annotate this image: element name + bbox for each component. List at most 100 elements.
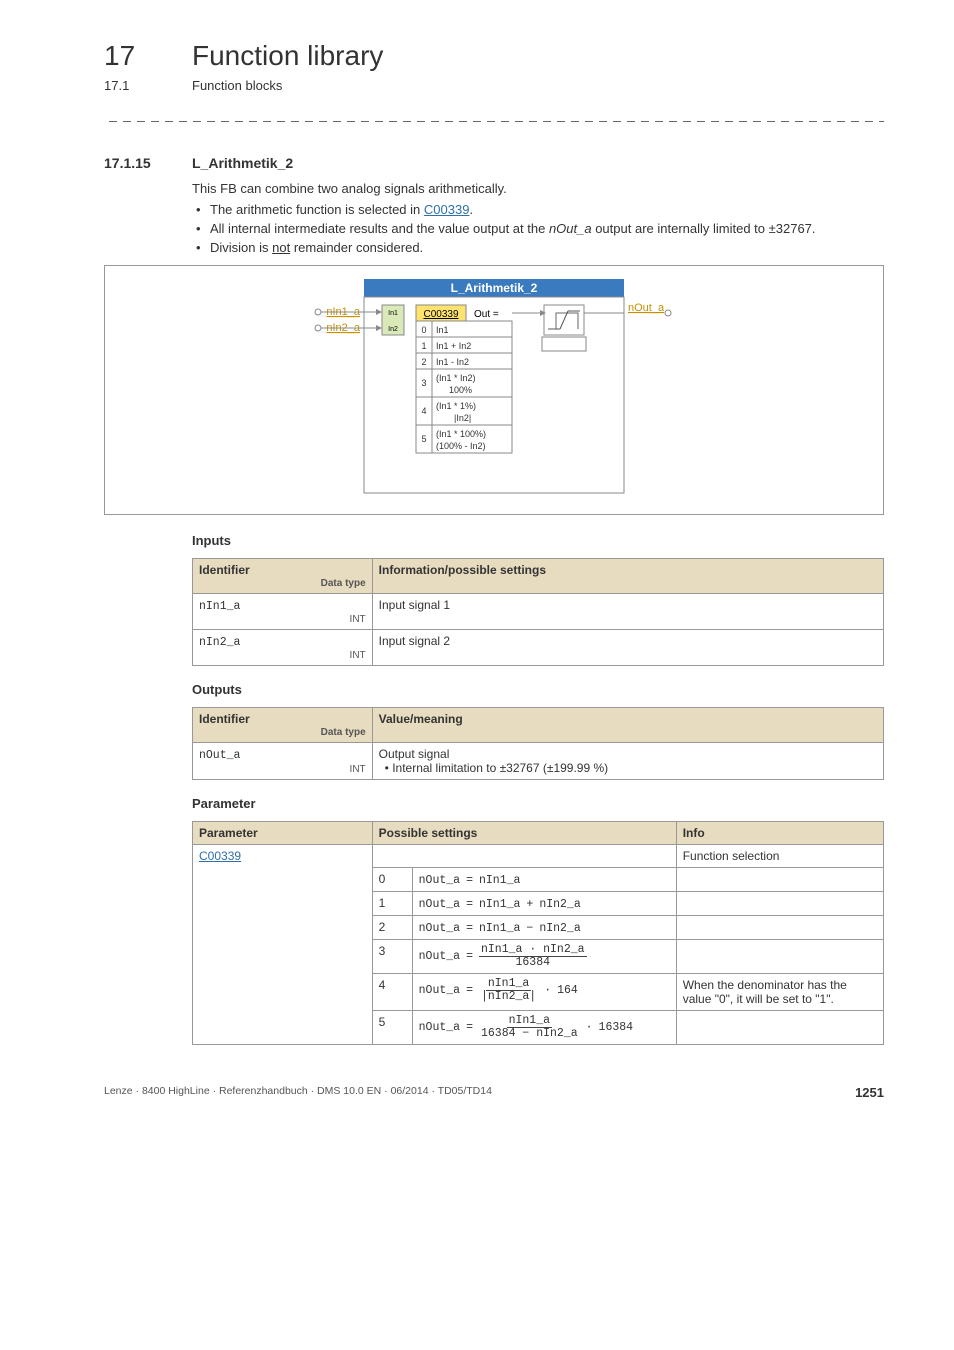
f5-c: 16384: [599, 1021, 634, 1034]
bullet-division: Division is not remainder considered.: [210, 240, 884, 255]
diagram-title: L_Arithmetik_2: [451, 281, 538, 295]
diagram-code: C00339: [423, 309, 458, 320]
output-dt-0: INT: [350, 764, 366, 775]
f5-d1: 16384: [481, 1027, 516, 1040]
param-info-4: When the denominator has the value "0", …: [676, 974, 883, 1011]
setting-formula-1: nOut_a = nIn1_a + nIn2_a: [419, 898, 581, 911]
f4-c: 164: [557, 984, 578, 997]
input-dt-1: INT: [350, 650, 366, 661]
svg-text:(In1 * 1%): (In1 * 1%): [436, 401, 476, 411]
outputs-table: Identifier Data type Value/meaning nOut_…: [192, 707, 884, 780]
setting-formula-4: nOut_a = nIn1_a |nIn2_a| · 164: [419, 978, 578, 1003]
bullet-2-ital: nOut_a: [549, 221, 592, 236]
opt-1-num: 1: [421, 341, 426, 351]
setting-num-3: 3: [372, 940, 412, 974]
param-th-parameter: Parameter: [193, 822, 373, 845]
inputs-th-identifier: Identifier: [199, 563, 250, 577]
f0-in1: nIn1_a: [479, 874, 520, 887]
opt-5-num: 5: [421, 434, 426, 444]
bullet-3-pre: Division is: [210, 240, 272, 255]
opt-4-num: 4: [421, 406, 426, 416]
f3-den: 16384: [514, 957, 553, 969]
diagram-port-in2: In2: [388, 326, 398, 333]
subsection-number: 17.1.15: [104, 155, 192, 171]
f1-in2: nIn2_a: [539, 898, 580, 911]
opt-0-text: In1: [436, 325, 449, 335]
link-c00339[interactable]: C00339: [424, 202, 470, 217]
svg-text:|In2|: |In2|: [454, 413, 471, 423]
f2-in1: nIn1_a: [479, 922, 520, 935]
f0-nout: nOut_a: [419, 874, 460, 887]
block-diagram-frame: L_Arithmetik_2 nIn1_a nIn2_a In1 In2 C00…: [104, 265, 884, 515]
f5-minus: −: [522, 1027, 529, 1040]
setting-num-5: 5: [372, 1011, 412, 1045]
f3-dot: ·: [529, 943, 536, 956]
output-line1: Output signal: [379, 747, 877, 761]
svg-text:(100% - In2): (100% - In2): [436, 441, 486, 451]
f1-nout: nOut_a: [419, 898, 460, 911]
param-table: Parameter Possible settings Info C00339 …: [192, 821, 884, 1045]
f2-minus: −: [526, 922, 533, 935]
f2-nout: nOut_a: [419, 922, 460, 935]
svg-text:100%: 100%: [449, 385, 472, 395]
input-id-0: nIn1_a: [199, 600, 240, 613]
section-number-top: 17.1: [104, 78, 192, 93]
f5-nout: nOut_a: [419, 1021, 460, 1034]
intro-text: This FB can combine two analog signals a…: [192, 181, 884, 196]
f2-in2: nIn2_a: [539, 922, 580, 935]
outputs-th-value: Value/meaning: [372, 708, 883, 743]
opt-2-num: 2: [421, 357, 426, 367]
opt-2-text: In1 - In2: [436, 357, 469, 367]
opt-0-num: 0: [421, 325, 426, 335]
f3-in1: nIn1_a: [481, 943, 522, 956]
bullet-arith-function: The arithmetic function is selected in C…: [210, 202, 884, 217]
chapter-title: Function library: [192, 40, 383, 72]
inputs-th-info: Information/possible settings: [372, 559, 883, 594]
inputs-table: Identifier Data type Information/possibl…: [192, 558, 884, 666]
bullet-1-post: .: [469, 202, 473, 217]
setting-formula-5: nOut_a = nIn1_a 16384 − nIn2_a · 16384: [419, 1015, 633, 1040]
svg-text:(In1 * In2): (In1 * In2): [436, 373, 476, 383]
f3-in2: nIn2_a: [543, 943, 584, 956]
page-number: 1251: [855, 1085, 884, 1100]
setting-num-0: 0: [372, 868, 412, 892]
divider-dashed: [104, 115, 884, 129]
input-id-1: nIn2_a: [199, 636, 240, 649]
opt-3-num: 3: [421, 378, 426, 388]
param-th-info: Info: [676, 822, 883, 845]
setting-formula-2: nOut_a = nIn1_a − nIn2_a: [419, 922, 581, 935]
outputs-th-datatype: Data type: [321, 727, 366, 738]
f4-den: |nIn2_a|: [479, 991, 538, 1003]
bullet-3-underline: not: [272, 240, 290, 255]
bullet-3-post: remainder considered.: [290, 240, 423, 255]
link-param-c00339[interactable]: C00339: [199, 849, 241, 863]
opt-1-text: In1 + In2: [436, 341, 471, 351]
bullet-2-pre: All internal intermediate results and th…: [210, 221, 549, 236]
outputs-th-identifier: Identifier: [199, 712, 250, 726]
f5-d2: nIn2_a: [536, 1027, 577, 1040]
bullet-1-pre: The arithmetic function is selected in: [210, 202, 424, 217]
diagram-out-label: nOut_a: [628, 302, 665, 314]
bullet-2-post: output are internally limited to ±32767.: [592, 221, 816, 236]
param-info-function-selection: Function selection: [676, 845, 883, 868]
inputs-heading: Inputs: [192, 533, 884, 548]
diagram-port-in1: In1: [388, 310, 398, 317]
setting-num-1: 1: [372, 892, 412, 916]
output-id-0: nOut_a: [199, 749, 240, 762]
f4-dot: ·: [544, 984, 551, 997]
f1-in1: nIn1_a: [479, 898, 520, 911]
setting-num-2: 2: [372, 916, 412, 940]
f4-nout: nOut_a: [419, 984, 460, 997]
block-diagram: L_Arithmetik_2 nIn1_a nIn2_a In1 In2 C00…: [304, 279, 684, 499]
bullet-limits: All internal intermediate results and th…: [210, 221, 884, 236]
svg-text:(In1 * 100%): (In1 * 100%): [436, 429, 486, 439]
setting-num-4: 4: [372, 974, 412, 1011]
input-info-1: Input signal 2: [372, 630, 883, 666]
setting-formula-0: nOut_a = nIn1_a: [419, 874, 521, 887]
param-heading: Parameter: [192, 796, 884, 811]
diagram-outlabel: Out =: [474, 309, 499, 320]
output-line2: • Internal limitation to ±32767 (±199.99…: [379, 761, 877, 775]
f3-nout: nOut_a: [419, 950, 460, 963]
input-info-0: Input signal 1: [372, 594, 883, 630]
section-title-top: Function blocks: [192, 78, 282, 93]
